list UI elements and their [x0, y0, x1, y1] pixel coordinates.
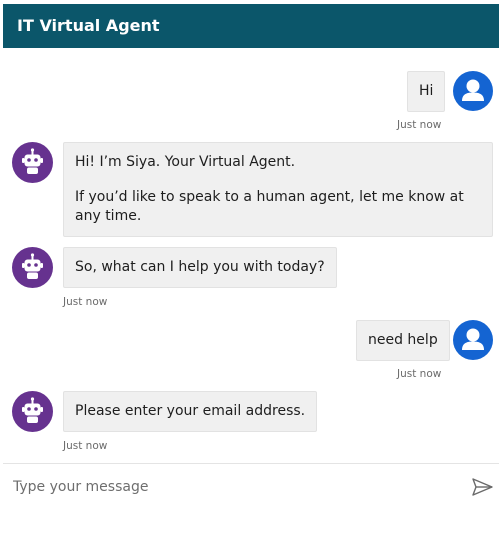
- agent-message: So, what can I help you with today?: [63, 247, 337, 288]
- robot-icon: [22, 397, 43, 423]
- message-text: need help: [368, 332, 438, 348]
- user-message: need help: [356, 320, 450, 361]
- send-icon: [472, 478, 493, 496]
- user-icon: [462, 328, 484, 350]
- chat-window: IT Virtual Agent Hi Just now Hi! I’m Siy…: [0, 0, 502, 550]
- message-text: So, what can I help you with today?: [75, 259, 325, 275]
- agent-message: Please enter your email address.: [63, 391, 318, 432]
- message-text: Hi: [419, 83, 434, 99]
- chat-header: IT Virtual Agent: [3, 4, 499, 48]
- message-timestamp: Just now: [63, 440, 108, 452]
- message-timestamp: Just now: [397, 119, 442, 131]
- message-composer: [3, 463, 499, 509]
- agent-avatar: [12, 142, 53, 183]
- agent-message: Hi! I’m Siya. Your Virtual Agent. If you…: [63, 142, 493, 237]
- message-timestamp: Just now: [397, 368, 442, 380]
- message-input[interactable]: [13, 474, 453, 500]
- robot-icon: [22, 253, 43, 279]
- message-text: Hi! I’m Siya. Your Virtual Agent.: [75, 154, 296, 170]
- message-timestamp: Just now: [63, 296, 108, 308]
- user-avatar: [453, 71, 493, 111]
- message-text: If you’d like to speak to a human agent,…: [75, 189, 464, 224]
- agent-avatar: [12, 391, 53, 432]
- send-button[interactable]: [469, 474, 495, 500]
- message-text: Please enter your email address.: [75, 403, 306, 419]
- robot-icon: [22, 148, 43, 174]
- agent-avatar: [12, 247, 53, 288]
- user-icon: [462, 79, 484, 101]
- user-message: Hi: [407, 71, 446, 112]
- user-avatar: [453, 320, 493, 360]
- chat-title: IT Virtual Agent: [17, 16, 160, 35]
